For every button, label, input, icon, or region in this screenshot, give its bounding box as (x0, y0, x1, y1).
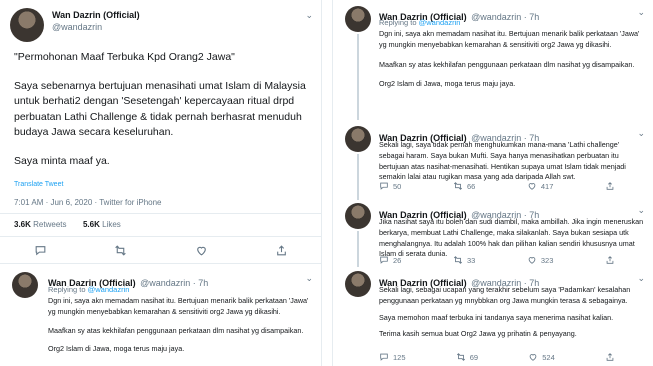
retweet-icon (453, 182, 462, 190)
translate-tweet-link[interactable]: Translate Tweet (14, 181, 63, 188)
replying-prefix: Replying to (48, 285, 86, 294)
avatar[interactable] (10, 8, 44, 42)
reply-count: 26 (393, 255, 402, 265)
share-icon (606, 256, 614, 264)
share-icon[interactable] (275, 244, 288, 257)
replying-handle[interactable]: @wandazrin (88, 285, 130, 294)
retweet-icon (456, 353, 465, 361)
likes-count[interactable]: 5.6K (83, 220, 100, 229)
share-action[interactable] (605, 352, 619, 362)
author-handle[interactable]: @wandazrin · 7h (140, 278, 208, 288)
retweets-count[interactable]: 3.6K (14, 220, 31, 229)
thread-line (357, 154, 359, 200)
reply-icon (380, 182, 388, 190)
like-count: 524 (542, 352, 555, 362)
tweet-text: Jika nasihat saya itu boleh dan sudi dia… (379, 217, 644, 259)
like-icon (528, 257, 536, 264)
like-count: 323 (540, 255, 554, 265)
tweet-actions: 26 33 323 (379, 255, 619, 265)
engagement-stats: 3.6K Retweets 5.6K Likes (14, 220, 121, 229)
avatar[interactable] (345, 271, 371, 297)
chevron-down-icon[interactable]: ⌄ (637, 128, 645, 139)
share-action[interactable] (605, 181, 619, 191)
chevron-down-icon[interactable]: ⌄ (637, 7, 645, 18)
tweet-actions: 125 69 524 (379, 352, 619, 362)
tweet-actions: 50 66 417 (379, 181, 619, 191)
chevron-down-icon[interactable]: ⌄ (637, 205, 645, 216)
retweet-icon[interactable] (114, 244, 127, 257)
tweet-title: "Permohonan Maaf Terbuka Kpd Orang2 Jawa… (14, 51, 235, 63)
retweet-count: 66 (466, 181, 476, 191)
chevron-down-icon[interactable]: ⌄ (305, 10, 313, 21)
retweet-action[interactable]: 69 (456, 352, 478, 362)
like-action[interactable]: 524 (528, 352, 555, 362)
retweet-action[interactable]: 33 (453, 255, 475, 265)
reply-text: Dgn ini, saya akn memadam nasihat itu. B… (48, 296, 314, 355)
tweet-paragraph: Dgn ini, saya akn memadam nasihat itu. B… (379, 29, 640, 49)
tweet-text: Dgn ini, saya akn memadam nasihat itu. B… (379, 29, 645, 90)
author-name[interactable]: Wan Dazrin (Official) (52, 10, 140, 20)
share-icon (606, 182, 614, 190)
replying-prefix: Replying to (379, 18, 417, 27)
reply-paragraph: Dgn ini, saya akn memadam nasihat itu. B… (48, 296, 309, 316)
chevron-down-icon[interactable]: ⌄ (305, 273, 313, 284)
reply-action[interactable]: 26 (379, 255, 401, 265)
tweet-timestamp[interactable]: 7:01 AM · Jun 6, 2020 · Twitter for iPho… (14, 198, 162, 207)
thread-line (357, 34, 359, 120)
divider (0, 263, 321, 264)
like-icon (529, 354, 537, 361)
tweet-paragraph: Maafkan sy atas kekhilafan penggunaan pe… (379, 59, 635, 69)
likes-label[interactable]: Likes (102, 220, 121, 229)
like-count: 417 (540, 181, 554, 191)
reply-icon[interactable] (34, 244, 47, 257)
like-icon[interactable] (195, 244, 208, 257)
reply-paragraph: Org2 Islam di Jawa, moga terus maju jaya… (48, 344, 185, 354)
replying-to: Replying to @wandazrin (48, 285, 129, 294)
tweet-paragraph: Sekali lagi, sebagai ucapan yang terakhi… (379, 285, 631, 305)
tweet-apology: Saya minta maaf ya. (14, 155, 110, 168)
avatar[interactable] (345, 203, 371, 229)
share-action[interactable] (605, 255, 619, 265)
tweet-text: Sekali lagi, sebagai ucapan yang terakhi… (379, 285, 645, 340)
retweets-label[interactable]: Retweets (33, 220, 66, 229)
divider (0, 213, 321, 214)
author-handle[interactable]: @wandazrin (52, 22, 140, 32)
tweet-paragraph: Saya memohon maaf terbuka ini tandanya s… (379, 312, 614, 322)
tweet-paragraph: Org2 Islam di Jawa, moga terus maju jaya… (379, 79, 516, 89)
like-action[interactable]: 417 (527, 181, 554, 191)
tweet-body: Saya sebenarnya bertujuan menasihati uma… (14, 80, 306, 138)
avatar[interactable] (345, 6, 371, 32)
reply-count: 50 (393, 181, 402, 191)
avatar[interactable] (12, 272, 38, 298)
author-handle[interactable]: @wandazrin · 7h (471, 12, 539, 22)
like-action[interactable]: 323 (527, 255, 554, 265)
retweet-count: 33 (466, 255, 476, 265)
reply-icon (380, 256, 388, 264)
retweet-count: 69 (469, 352, 479, 362)
reply-action[interactable]: 125 (379, 352, 406, 362)
tweet-text: Sekali lagi, saya tidak pernah menghukum… (379, 140, 626, 182)
tweet-paragraph: Terima kasih semua buat Org2 Jawa yg pri… (379, 329, 577, 339)
reply-action[interactable]: 50 (379, 181, 401, 191)
reply-icon (380, 353, 388, 361)
replying-to: Replying to @wandazrin (379, 18, 460, 27)
main-tweet-panel: Wan Dazrin (Official) @wandazrin ⌄ "Perm… (0, 0, 322, 366)
retweet-icon (453, 256, 462, 264)
reply-paragraph: Maafkan sy atas kekhilafan penggunaan pe… (48, 325, 304, 335)
reply-thread-panel: Wan Dazrin (Official) @wandazrin · 7h ⌄ … (332, 0, 653, 366)
main-tweet-actions (0, 244, 321, 257)
share-icon (606, 353, 614, 361)
retweet-action[interactable]: 66 (453, 181, 475, 191)
thread-line (357, 231, 359, 267)
reply-count: 125 (393, 352, 406, 362)
divider (0, 236, 321, 237)
like-icon (528, 183, 536, 190)
tweet-text: "Permohonan Maaf Terbuka Kpd Orang2 Jawa… (14, 50, 314, 169)
chevron-down-icon[interactable]: ⌄ (637, 273, 645, 284)
avatar[interactable] (345, 126, 371, 152)
replying-handle[interactable]: @wandazrin (419, 18, 461, 27)
